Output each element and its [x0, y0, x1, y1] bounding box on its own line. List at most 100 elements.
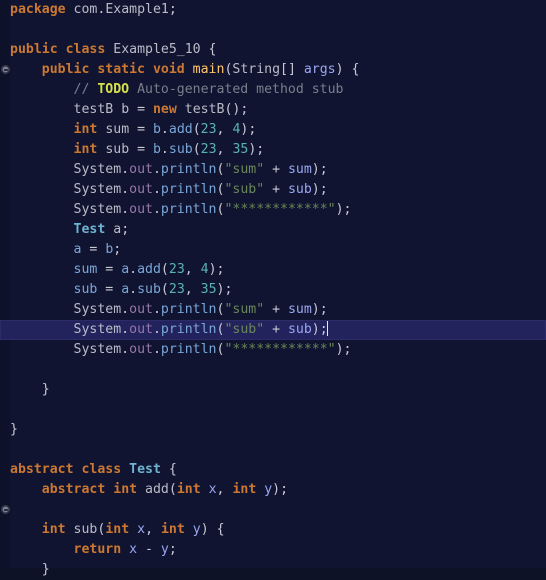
code-line[interactable]: } — [0, 420, 546, 440]
code-line[interactable]: // TODO Auto-generated method stub — [0, 80, 546, 100]
token-punc: ); — [248, 142, 265, 157]
token-punc: . — [152, 342, 161, 357]
token-cls: Test — [129, 462, 161, 477]
token-type: System — [73, 342, 122, 357]
token-punc: . — [129, 262, 138, 277]
token-punc: ); — [216, 282, 233, 297]
code-editor[interactable]: package com.Example1; public class Exampl… — [0, 0, 546, 577]
code-line-text: sum = a.add(23, 4); — [10, 260, 225, 280]
token-kw: void — [152, 62, 185, 77]
code-line[interactable]: abstract class Test { — [0, 460, 546, 480]
token-punc — [66, 522, 74, 537]
token-punc: ) { — [335, 62, 360, 77]
token-var: args — [303, 62, 336, 77]
token-punc — [10, 102, 74, 117]
token-punc: ); — [208, 262, 225, 277]
token-punc: . — [160, 122, 169, 137]
token-punc: ); — [311, 322, 328, 337]
token-punc — [10, 322, 74, 337]
token-punc — [10, 202, 74, 217]
code-line[interactable]: a = b; — [0, 240, 546, 260]
token-str: "************" — [224, 202, 336, 217]
token-punc — [121, 462, 129, 477]
token-kw: int — [160, 522, 185, 537]
code-line[interactable] — [0, 500, 546, 520]
code-line[interactable] — [0, 360, 546, 380]
token-punc: - — [137, 542, 161, 557]
token-kw: int — [105, 522, 130, 537]
code-line[interactable]: package com.Example1; — [0, 0, 546, 20]
token-punc: ( — [160, 262, 169, 277]
token-punc: } — [10, 422, 18, 437]
token-punc: ); — [272, 482, 289, 497]
token-punc — [10, 142, 74, 157]
token-fld: out — [129, 202, 153, 217]
token-kw: int — [176, 482, 201, 497]
token-meth: sum — [73, 262, 98, 277]
token-kw: int — [41, 522, 66, 537]
token-punc — [201, 482, 209, 497]
token-kw: int — [73, 142, 98, 157]
token-punc: . — [152, 162, 161, 177]
token-meth: println — [160, 302, 217, 317]
token-punc: . — [129, 282, 138, 297]
code-line[interactable]: int sub(int x, int y) { — [0, 520, 546, 540]
token-punc: ) { — [200, 522, 225, 537]
code-line-current[interactable]: System.out.println("sub" + sub); — [0, 320, 546, 340]
token-punc — [10, 222, 74, 237]
code-line[interactable] — [0, 400, 546, 420]
token-cmt: Auto-generated method stub — [129, 82, 344, 97]
token-punc: ); — [311, 302, 328, 317]
token-fld: out — [129, 302, 153, 317]
code-line[interactable] — [0, 20, 546, 40]
token-punc: ( — [160, 282, 169, 297]
token-var: y — [192, 522, 201, 537]
token-punc — [10, 122, 74, 137]
token-punc — [10, 542, 74, 557]
code-line[interactable]: int sum = b.add(23, 4); — [0, 120, 546, 140]
method-marker-icon[interactable] — [1, 505, 10, 514]
code-line-text: return x - y; — [10, 540, 177, 560]
token-punc — [185, 522, 193, 537]
token-var: sub — [287, 182, 312, 197]
code-line[interactable]: return x - y; — [0, 540, 546, 560]
token-kw: class — [81, 462, 122, 477]
code-line-text: System.out.println("************"); — [10, 340, 352, 360]
token-punc: ( — [168, 482, 177, 497]
code-line[interactable]: } — [0, 380, 546, 400]
code-content-area[interactable]: package com.Example1; public class Exampl… — [0, 0, 546, 577]
token-punc — [10, 62, 42, 77]
token-punc — [10, 302, 74, 317]
token-kw: static — [97, 62, 145, 77]
method-marker-icon[interactable] — [1, 65, 10, 74]
code-line[interactable]: System.out.println("sum" + sum); — [0, 160, 546, 180]
code-line[interactable]: Test a; — [0, 220, 546, 240]
code-line[interactable]: sum = a.add(23, 4); — [0, 260, 546, 280]
code-line[interactable]: System.out.println("sum" + sum); — [0, 300, 546, 320]
code-line[interactable] — [0, 440, 546, 460]
code-line[interactable]: public class Example5_10 { — [0, 40, 546, 60]
code-line[interactable]: public static void main(String[] args) { — [0, 60, 546, 80]
code-line[interactable]: } — [0, 560, 546, 580]
code-line[interactable]: abstract int add(int x, int y); — [0, 480, 546, 500]
token-punc — [10, 242, 74, 257]
code-line[interactable]: sub = a.sub(23, 35); — [0, 280, 546, 300]
code-line[interactable]: System.out.println("************"); — [0, 340, 546, 360]
token-ident: testB — [184, 102, 225, 117]
code-line[interactable]: testB b = new testB(); — [0, 100, 546, 120]
code-line[interactable]: System.out.println("************"); — [0, 200, 546, 220]
token-num: 23 — [200, 142, 217, 157]
token-todo: TODO — [97, 82, 130, 97]
token-punc — [185, 62, 193, 77]
code-line[interactable]: System.out.println("sub" + sub); — [0, 180, 546, 200]
token-punc — [10, 522, 42, 537]
code-line[interactable]: int sub = b.sub(23, 35); — [0, 140, 546, 160]
code-line-text: System.out.println("sum" + sum); — [10, 300, 328, 320]
code-line-text: System.out.println("sum" + sum); — [10, 160, 328, 180]
token-meth: println — [160, 322, 217, 337]
token-mname: main — [192, 62, 225, 77]
token-var: y — [264, 482, 273, 497]
token-punc: . — [152, 202, 161, 217]
token-kw: public — [41, 62, 90, 77]
token-meth: add — [168, 122, 193, 137]
